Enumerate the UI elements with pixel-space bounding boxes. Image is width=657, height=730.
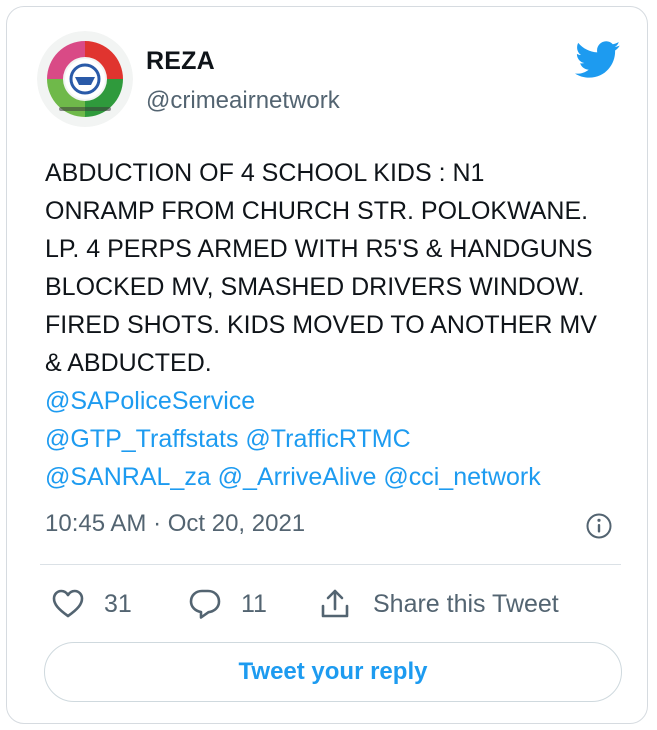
share-icon — [321, 589, 349, 618]
like-button[interactable]: 31 — [50, 579, 132, 629]
reply-count: 11 — [241, 589, 267, 618]
tweet-text-line: ONRAMP FROM CHURCH STR. POLOKWANE. — [45, 197, 589, 225]
tweet-text-line: FIRED SHOTS. KIDS MOVED TO ANOTHER MV — [45, 311, 597, 339]
tweet-text-line: ABDUCTION OF 4 SCHOOL KIDS : N1 — [45, 159, 485, 187]
crime-air-network-logo-icon — [37, 31, 133, 127]
heart-icon — [52, 589, 84, 618]
tweet-text-line: & ABDUCTED. — [45, 349, 212, 377]
reply-count-button[interactable]: 11 — [187, 579, 267, 629]
author-display-name[interactable]: REZA — [146, 47, 215, 76]
author-handle[interactable]: @crimeairnetwork — [146, 87, 340, 115]
share-button[interactable]: Share this Tweet — [317, 579, 559, 629]
like-count: 31 — [104, 589, 132, 618]
action-bar: 31 11 Share this Tweet — [7, 579, 647, 629]
comment-icon — [189, 589, 221, 619]
twitter-bird-icon[interactable] — [575, 41, 621, 79]
tweet-timestamp[interactable]: 10:45 AM · Oct 20, 2021 — [45, 510, 305, 538]
tweet-card: REZA @crimeairnetwork ABDUCTION OF 4 SCH… — [6, 6, 648, 724]
tweet-text-line: LP. 4 PERPS ARMED WITH R5'S & HANDGUNS — [45, 235, 593, 263]
share-label: Share this Tweet — [373, 589, 559, 618]
mention-link[interactable]: @SAPoliceService — [45, 382, 635, 420]
tweet-text-line: BLOCKED MV, SMASHED DRIVERS WINDOW. — [45, 273, 585, 301]
tweet-your-reply-button[interactable]: Tweet your reply — [44, 642, 622, 702]
author-avatar[interactable] — [37, 31, 133, 127]
info-icon[interactable] — [585, 512, 613, 540]
mention-link[interactable]: @GTP_Traffstats @TrafficRTMC — [45, 420, 635, 458]
divider — [40, 564, 621, 565]
tweet-text: ABDUCTION OF 4 SCHOOL KIDS : N1 ONRAMP F… — [45, 154, 635, 496]
mention-link[interactable]: @SANRAL_za @_ArriveAlive @cci_network — [45, 458, 635, 496]
